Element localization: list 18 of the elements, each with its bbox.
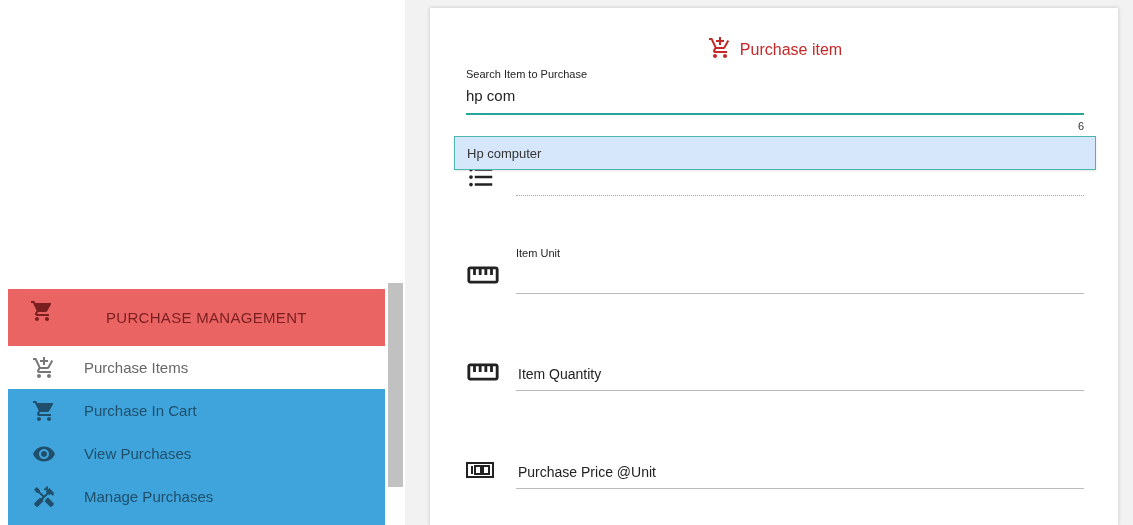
hundred-icon	[466, 462, 494, 478]
cart-icon	[30, 299, 54, 323]
field-label: Item Unit	[516, 247, 561, 259]
search-label: Search Item to Purchase	[466, 68, 588, 80]
cart-icon	[32, 398, 56, 423]
cart-plus-icon	[707, 36, 732, 60]
select-field[interactable]: Item Unit	[516, 196, 1084, 294]
suggestion-item[interactable]: Hp computer	[454, 136, 1096, 170]
menu-heading: PURCHASE MANAGEMENT	[106, 309, 307, 326]
scrollbar-thumb[interactable]	[388, 283, 403, 487]
form-title: Purchase item	[739, 41, 843, 59]
menu-item[interactable]: Purchase Items	[8, 346, 385, 389]
input-field[interactable]: Item Quantity	[516, 366, 1084, 391]
cart-plus-icon	[32, 355, 56, 380]
tools-icon	[32, 484, 56, 509]
character-counter: 6	[1077, 120, 1084, 132]
input-field[interactable]: Purchase Price @Unit	[516, 464, 1084, 489]
menu-header[interactable]: PURCHASE MANAGEMENT	[8, 289, 385, 346]
